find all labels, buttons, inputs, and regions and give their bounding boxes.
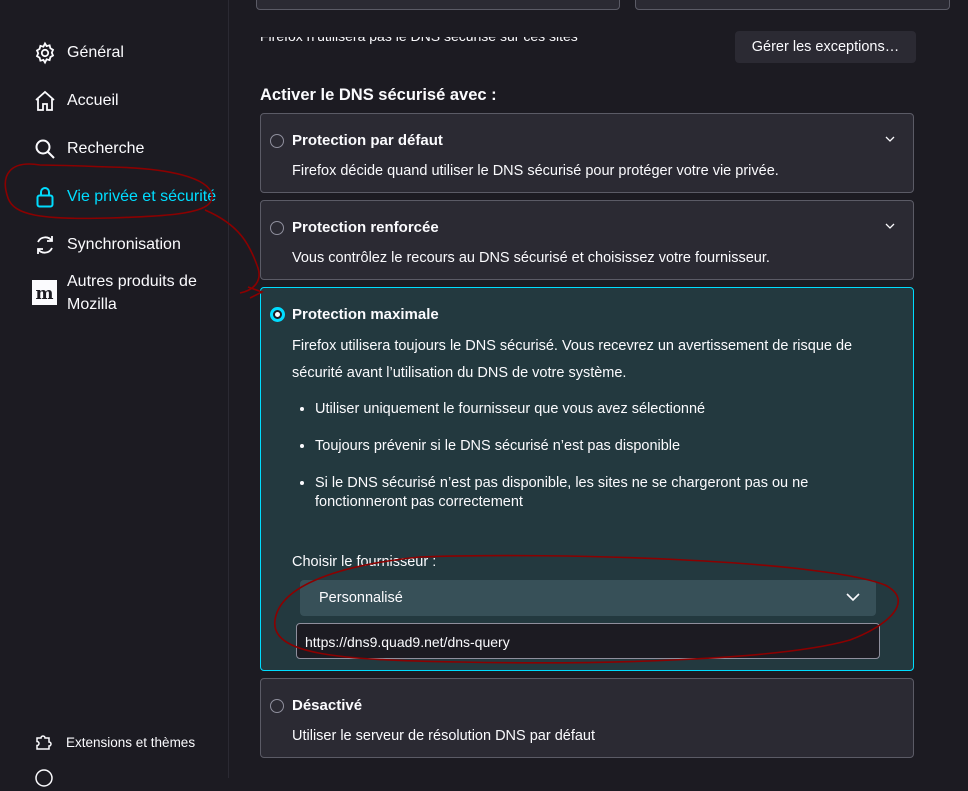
manage-exceptions-button[interactable]: Gérer les exceptions… xyxy=(735,31,916,63)
option-title: Protection renforcée xyxy=(292,219,439,236)
provider-selected-value: Personnalisé xyxy=(319,590,403,606)
search-icon xyxy=(32,136,57,161)
sidebar-item-extensions[interactable]: Extensions et thèmes xyxy=(34,731,195,754)
sidebar-item-privacy[interactable]: Vie privée et sécurité xyxy=(32,184,216,209)
list-item: Utiliser uniquement le fournisseur que v… xyxy=(315,400,875,419)
sidebar-item-mozilla-products[interactable]: m Autres produits de Mozilla xyxy=(32,270,212,316)
sidebar-item-label: Extensions et thèmes xyxy=(66,735,196,750)
exceptions-description: Firefox n'utilisera pas le DNS sécurisé … xyxy=(260,28,578,44)
svg-text:m: m xyxy=(36,284,54,304)
radio-increased-protection[interactable] xyxy=(270,221,284,235)
option-description: Utiliser le serveur de résolution DNS pa… xyxy=(292,728,596,744)
radio-max-protection[interactable] xyxy=(270,307,285,322)
sidebar-item-label: Vie privée et sécurité xyxy=(67,187,217,205)
sidebar: Général Accueil Recherche Vie privée et … xyxy=(0,0,229,787)
option-title: Protection maximale xyxy=(292,306,439,323)
chevron-down-icon xyxy=(846,593,860,602)
puzzle-icon xyxy=(34,731,54,754)
sidebar-item-label: Accueil xyxy=(67,91,119,109)
sidebar-item-general[interactable]: Général xyxy=(32,40,124,65)
list-item: Toujours prévenir si le DNS sécurisé n’e… xyxy=(315,437,875,456)
sidebar-item-sync[interactable]: Synchronisation xyxy=(32,232,181,257)
sidebar-item-label: Synchronisation xyxy=(67,235,181,253)
radio-default-protection[interactable] xyxy=(270,134,284,148)
option-max-protection[interactable]: Protection maximale Firefox utilisera to… xyxy=(260,287,914,671)
option-title: Désactivé xyxy=(292,697,363,714)
mozilla-icon: m xyxy=(32,280,57,305)
chevron-down-icon[interactable] xyxy=(885,221,895,231)
option-disabled[interactable]: Désactivé Utiliser le serveur de résolut… xyxy=(260,678,914,758)
sync-icon xyxy=(32,232,57,257)
top-field-partial-2[interactable] xyxy=(635,0,950,10)
custom-dns-url-input[interactable]: https://dns9.quad9.net/dns-query xyxy=(296,623,880,659)
feature-list: Utiliser uniquement le fournisseur que v… xyxy=(299,400,875,530)
top-field-partial[interactable] xyxy=(256,0,620,10)
provider-label: Choisir le fournisseur : xyxy=(292,554,437,570)
option-default-protection[interactable]: Protection par défaut Firefox décide qua… xyxy=(260,113,914,193)
radio-disabled[interactable] xyxy=(270,699,284,713)
home-icon xyxy=(32,88,57,113)
sidebar-item-label: Général xyxy=(67,43,124,61)
sidebar-item-label: Recherche xyxy=(67,139,145,157)
sidebar-item-support-partial[interactable] xyxy=(34,768,54,791)
option-description: Firefox utilisera toujours le DNS sécuri… xyxy=(292,338,853,381)
list-item: Si le DNS sécurisé n’est pas disponible,… xyxy=(315,474,875,512)
gear-icon xyxy=(32,40,57,65)
chevron-down-icon[interactable] xyxy=(885,134,895,144)
provider-select[interactable]: Personnalisé xyxy=(300,580,876,616)
sidebar-item-search[interactable]: Recherche xyxy=(32,136,144,161)
sidebar-item-label: Autres produits de Mozilla xyxy=(67,273,197,313)
help-icon xyxy=(34,768,54,791)
option-title: Protection par défaut xyxy=(292,132,443,149)
option-increased-protection[interactable]: Protection renforcée Vous contrôlez le r… xyxy=(260,200,914,280)
sidebar-item-home[interactable]: Accueil xyxy=(32,88,119,113)
option-description: Firefox décide quand utiliser le DNS séc… xyxy=(292,163,779,179)
option-description: Vous contrôlez le recours au DNS sécuris… xyxy=(292,250,770,266)
lock-icon xyxy=(32,184,57,209)
dns-section-heading: Activer le DNS sécurisé avec : xyxy=(260,86,497,104)
